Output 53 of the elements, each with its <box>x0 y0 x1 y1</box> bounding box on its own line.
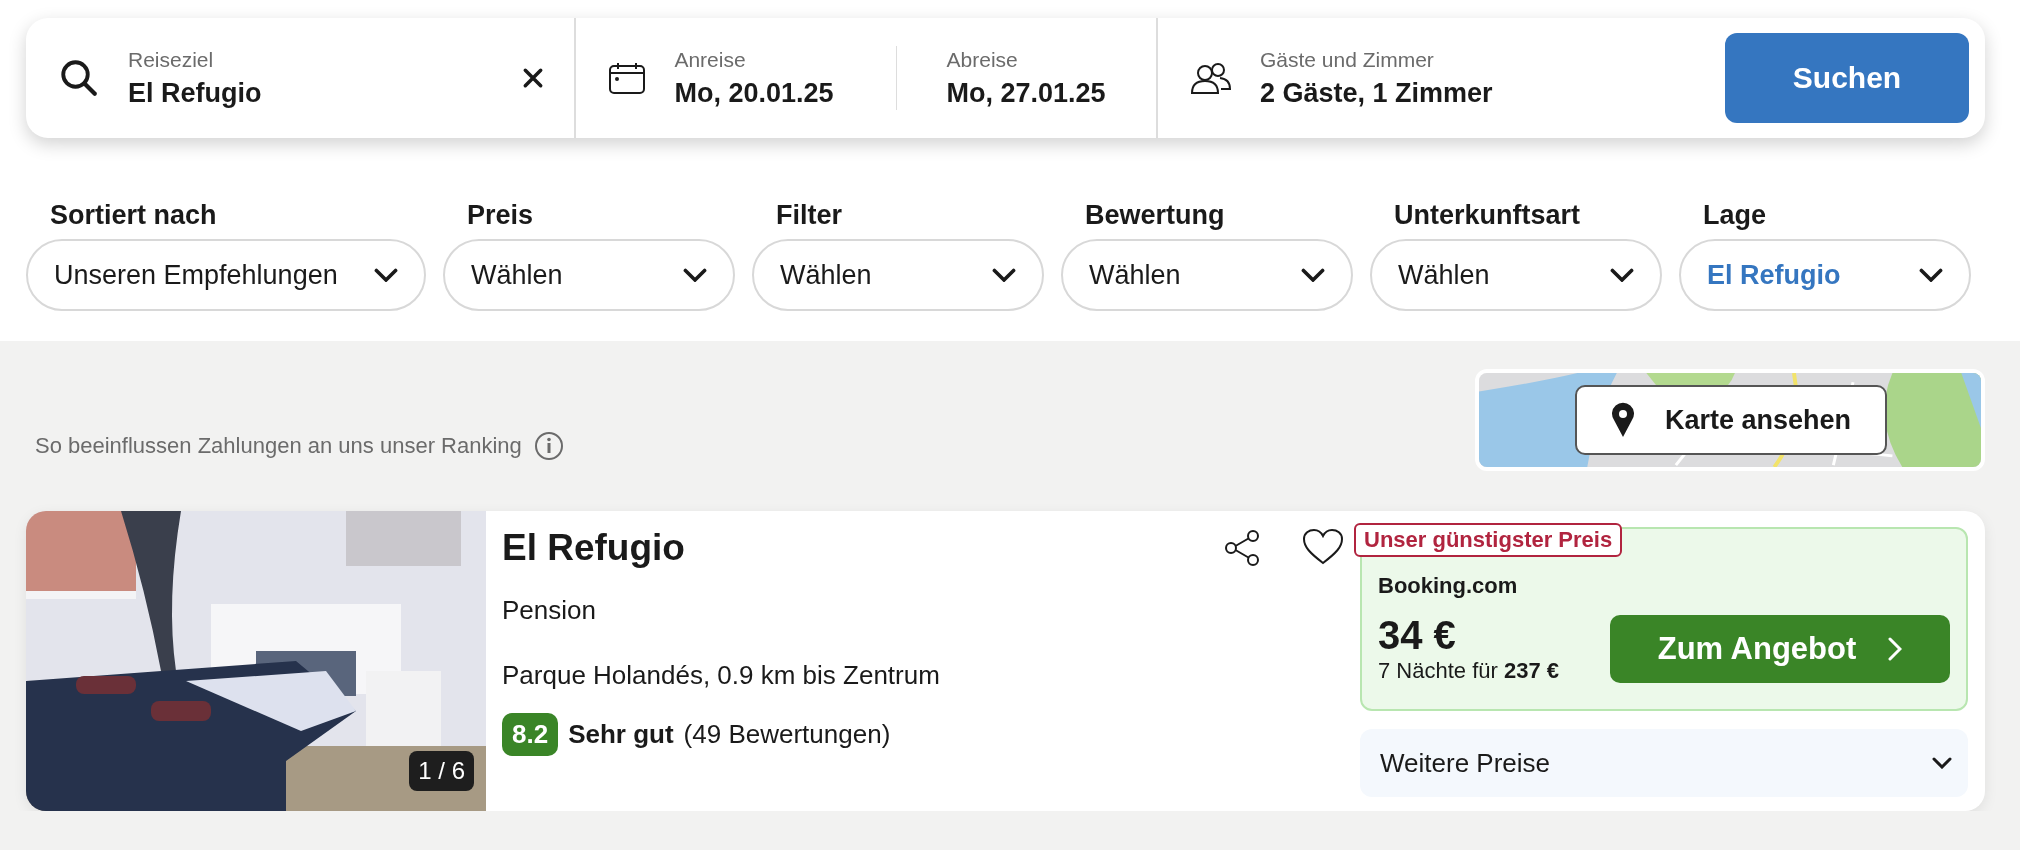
chevron-down-icon <box>992 267 1016 283</box>
filter-label: Filter <box>775 200 843 231</box>
rating-score: 8.2 <box>502 713 559 756</box>
provider-name: Booking.com <box>1378 573 1519 599</box>
rating-label: Sehr gut <box>568 719 674 750</box>
filter-label: Sortiert nach <box>49 200 218 231</box>
chevron-down-icon <box>1610 267 1634 283</box>
chevron-down-icon <box>1301 267 1325 283</box>
chevron-down-icon <box>374 267 398 283</box>
filter-label: Preis <box>466 200 535 231</box>
view-map-button[interactable]: Karte ansehen <box>1575 385 1887 455</box>
best-price-badge: Unser günstigster Preis <box>1354 523 1623 557</box>
search-icon <box>58 57 100 99</box>
location-text: Parque Holandés, 0.9 km bis Zentrum <box>502 660 941 691</box>
close-icon[interactable] <box>522 67 545 89</box>
info-icon[interactable] <box>533 431 564 461</box>
filter-dropdown[interactable]: Wählen <box>1061 239 1353 311</box>
map-pin-icon <box>1610 402 1635 438</box>
hotel-title[interactable]: El Refugio <box>502 527 685 569</box>
filter-label: Lage <box>1702 200 1768 231</box>
filter-label: Bewertung <box>1084 200 1226 231</box>
chevron-down-icon <box>1932 757 1952 769</box>
calendar-icon <box>608 61 647 95</box>
photo-counter: 1 / 6 <box>409 751 474 791</box>
property-type: Pension <box>502 595 597 626</box>
filter-dropdown[interactable]: El Refugio <box>1679 239 1971 311</box>
date-value[interactable]: Mo, 27.01.25 <box>946 77 1106 109</box>
deal-button[interactable]: Zum Angebot <box>1610 614 1950 683</box>
review-count: (49 Bewertungen) <box>683 719 891 750</box>
people-icon <box>1189 61 1232 95</box>
more-prices-dropdown[interactable]: Weitere Preise <box>1360 729 1968 797</box>
destination-value[interactable]: El Refugio <box>128 77 495 109</box>
date-value[interactable]: Mo, 20.01.25 <box>674 77 834 109</box>
filter-dropdown[interactable]: Wählen <box>443 239 735 311</box>
filter-dropdown[interactable]: Wählen <box>1370 239 1662 311</box>
total-price: 7 Nächte für 237 € <box>1378 658 1559 684</box>
map-preview[interactable]: Karte ansehen <box>1475 369 1985 471</box>
nightly-price: 34 € <box>1378 613 1457 658</box>
search-button[interactable]: Suchen <box>1725 33 1969 123</box>
field-label: Abreise <box>946 47 1019 72</box>
chevron-right-icon <box>1888 636 1903 661</box>
chevron-down-icon <box>683 267 707 283</box>
field-label: Reiseziel <box>128 47 215 72</box>
share-icon[interactable] <box>1222 528 1262 568</box>
field-label: Gäste und Zimmer <box>1259 47 1435 72</box>
heart-icon[interactable] <box>1302 528 1344 566</box>
filter-label: Unterkunftsart <box>1393 200 1582 231</box>
field-label: Anreise <box>674 47 747 72</box>
guests-value[interactable]: 2 Gäste, 1 Zimmer <box>1259 77 1493 109</box>
chevron-down-icon <box>1919 267 1943 283</box>
ranking-note: So beeinflussen Zahlungen an uns unser Ranking <box>35 433 522 459</box>
filter-dropdown[interactable]: Unseren Empfehlungen <box>26 239 426 311</box>
filter-dropdown[interactable]: Wählen <box>752 239 1044 311</box>
